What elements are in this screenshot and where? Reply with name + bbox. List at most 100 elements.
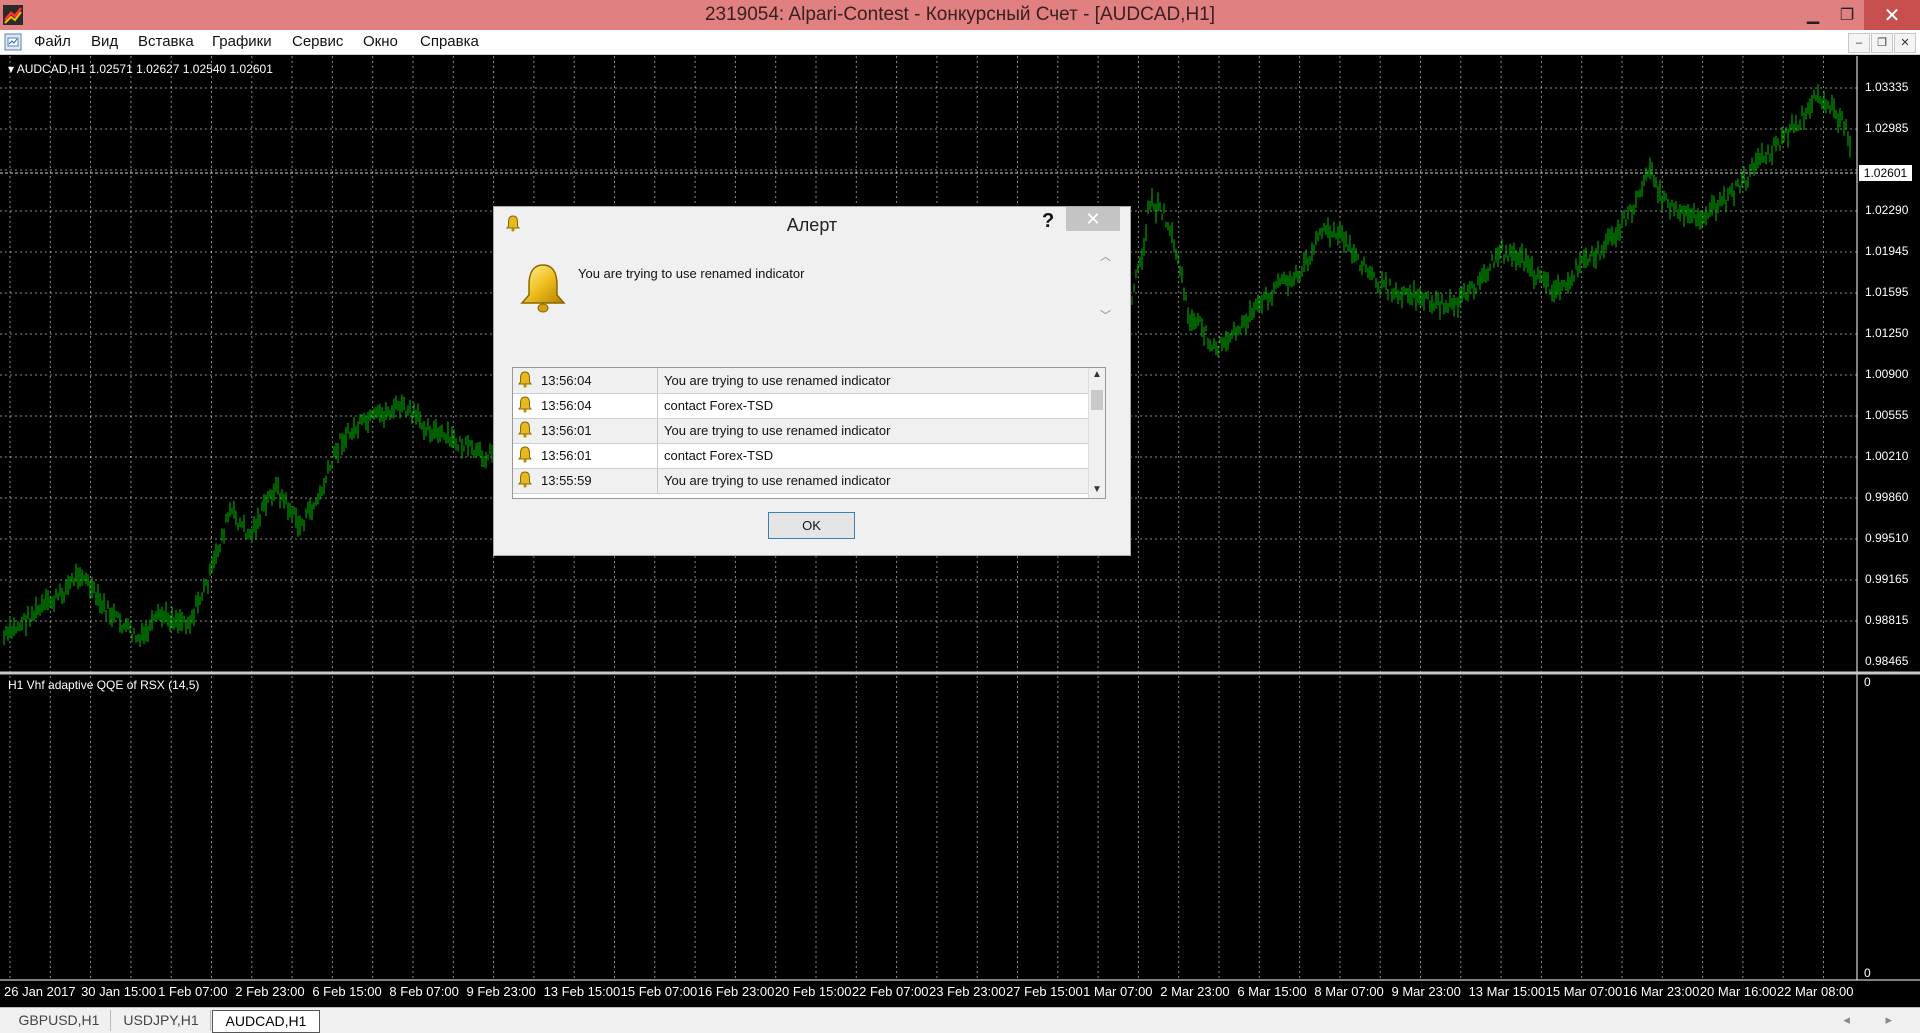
price-tick: 0.99510 bbox=[1865, 531, 1909, 545]
menu-charts[interactable]: Графики bbox=[212, 33, 272, 50]
chart-tabs: GBPUSD,H1 USDJPY,H1 AUDCAD,H1 ◂ ▸ bbox=[0, 1007, 1920, 1033]
window-title: 2319054: Alpari-Contest - Конкурсный Сче… bbox=[704, 4, 1216, 25]
alert-row[interactable]: 13:56:04 contact Forex-TSD bbox=[513, 393, 1088, 419]
alert-row[interactable]: 13:56:04 You are trying to use renamed in… bbox=[513, 368, 1088, 394]
alert-row-message: contact Forex-TSD bbox=[664, 448, 774, 463]
time-tick: 8 Feb 07:00 bbox=[389, 984, 459, 999]
menu-tools[interactable]: Сервис bbox=[292, 33, 343, 50]
price-tick: 1.01595 bbox=[1865, 285, 1909, 299]
alert-message: You are trying to use renamed indicator bbox=[578, 266, 805, 281]
alert-time: 13:55:59 bbox=[541, 473, 592, 488]
bell-icon bbox=[518, 471, 532, 488]
bell-icon bbox=[518, 446, 532, 463]
bell-icon bbox=[518, 421, 532, 438]
menu-insert[interactable]: Вставка bbox=[138, 33, 194, 50]
time-tick: 23 Feb 23:00 bbox=[929, 984, 1006, 999]
time-tick: 2 Mar 23:00 bbox=[1160, 984, 1230, 999]
price-tick: 1.00210 bbox=[1865, 449, 1909, 463]
time-tick: 16 Feb 23:00 bbox=[697, 984, 775, 999]
time-tick: 13 Mar 15:00 bbox=[1468, 984, 1546, 999]
price-tick: 0.98465 bbox=[1865, 654, 1909, 668]
price-tick: 1.02985 bbox=[1865, 121, 1909, 135]
menu-view[interactable]: Вид bbox=[91, 33, 118, 50]
tab-audcad[interactable]: AUDCAD,H1 bbox=[212, 1010, 320, 1033]
dialog-title: Алерт bbox=[786, 215, 838, 235]
mdi-restore-button[interactable]: ❐ bbox=[1871, 33, 1893, 53]
alert-row[interactable]: 13:56:01 contact Forex-TSD bbox=[513, 443, 1088, 469]
price-tick: 1.01945 bbox=[1865, 244, 1909, 258]
scroll-down-icon[interactable]: ▼ bbox=[1092, 484, 1102, 495]
indicator-scale-top: 0 bbox=[1864, 675, 1871, 689]
indicator-scale-bottom: 0 bbox=[1864, 966, 1871, 980]
time-tick: 22 Feb 07:00 bbox=[851, 984, 929, 999]
title-bar: 2319054: Alpari-Contest - Конкурсный Сче… bbox=[0, 0, 1920, 30]
alert-list[interactable]: 13:55:59 You are trying to use renamed in… bbox=[512, 367, 1106, 499]
alert-time: 13:56:01 bbox=[541, 448, 592, 463]
tab-gbpusd[interactable]: GBPUSD,H1 bbox=[8, 1010, 111, 1031]
chart-window-icon[interactable] bbox=[4, 33, 22, 51]
scroll-up-icon[interactable]: ︿ bbox=[1100, 248, 1111, 264]
close-button[interactable]: ✕ bbox=[1864, 0, 1920, 30]
scroll-down-icon[interactable]: ﹀ bbox=[1100, 307, 1111, 323]
tab-scroll-arrows[interactable]: ◂ ▸ bbox=[1843, 1012, 1908, 1028]
time-tick: 16 Mar 23:00 bbox=[1622, 984, 1700, 999]
time-tick: 1 Mar 07:00 bbox=[1083, 984, 1153, 999]
time-tick: 15 Mar 07:00 bbox=[1545, 984, 1623, 999]
price-tick: 1.02290 bbox=[1865, 203, 1909, 217]
maximize-button[interactable]: ❐ bbox=[1830, 0, 1864, 30]
alert-time: 13:56:04 bbox=[541, 373, 592, 388]
bell-icon bbox=[518, 396, 532, 413]
mdi-minimize-button[interactable]: – bbox=[1848, 33, 1870, 53]
time-tick: 30 Jan 15:00 bbox=[81, 984, 157, 999]
time-tick: 13 Feb 15:00 bbox=[543, 984, 621, 999]
price-tick: 1.00900 bbox=[1865, 367, 1909, 381]
message-box: You are trying to use renamed indicator … bbox=[502, 245, 1120, 359]
alert-row-message: You are trying to use renamed indicator bbox=[664, 473, 891, 488]
alert-time: 13:56:01 bbox=[541, 423, 592, 438]
price-tick: 1.01250 bbox=[1865, 326, 1909, 340]
minimize-button[interactable]: ▁ bbox=[1796, 0, 1830, 30]
price-tick: 0.99165 bbox=[1865, 572, 1909, 586]
symbol-info: ▾ AUDCAD,H1 1.02571 1.02627 1.02540 1.02… bbox=[8, 62, 273, 76]
dialog-close-button[interactable]: ✕ bbox=[1066, 207, 1120, 231]
mdi-close-button[interactable]: ✕ bbox=[1894, 33, 1916, 53]
time-tick: 2 Feb 23:00 bbox=[235, 984, 305, 999]
menu-file[interactable]: Файл bbox=[34, 33, 71, 50]
time-tick: 27 Feb 15:00 bbox=[1006, 984, 1083, 999]
scroll-thumb[interactable] bbox=[1091, 390, 1103, 410]
time-tick: 9 Mar 23:00 bbox=[1391, 984, 1461, 999]
time-tick: 6 Feb 15:00 bbox=[312, 984, 382, 999]
time-tick: 1 Feb 07:00 bbox=[158, 984, 228, 999]
time-tick: 15 Feb 07:00 bbox=[620, 984, 698, 999]
help-button[interactable]: ? bbox=[1042, 210, 1054, 233]
price-tick: 0.98815 bbox=[1865, 613, 1909, 627]
price-tick: 1.00555 bbox=[1865, 408, 1909, 422]
time-tick: 26 Jan 2017 bbox=[4, 984, 76, 999]
menu-help[interactable]: Справка bbox=[420, 33, 479, 50]
alert-dialog: Алерт ? ✕ You are trying to use renamed … bbox=[493, 206, 1131, 556]
alert-time: 13:56:04 bbox=[541, 398, 592, 413]
bell-large-icon bbox=[520, 264, 566, 313]
time-tick: 22 Mar 08:00 bbox=[1776, 984, 1854, 999]
menu-bar: Файл Вид Вставка Графики Сервис Окно Спр… bbox=[0, 30, 1920, 55]
alert-row-message: You are trying to use renamed indicator bbox=[664, 373, 891, 388]
scroll-up-icon[interactable]: ▲ bbox=[1092, 369, 1102, 380]
alert-row[interactable]: 13:55:59 You are trying to use renamed in… bbox=[513, 468, 1088, 494]
indicator-label: H1 Vhf adaptive QQE of RSX (14,5) bbox=[8, 678, 200, 692]
list-scrollbar[interactable]: ▲ ▼ bbox=[1088, 368, 1105, 498]
bell-icon bbox=[518, 371, 532, 388]
ok-button[interactable]: OK bbox=[768, 512, 855, 539]
price-tick: 0.99860 bbox=[1865, 490, 1909, 504]
menu-window[interactable]: Окно bbox=[363, 33, 398, 50]
alert-row-message: contact Forex-TSD bbox=[664, 398, 774, 413]
current-price-label: 1.02601 bbox=[1859, 165, 1912, 181]
alert-row-message: You are trying to use renamed indicator bbox=[664, 423, 891, 438]
time-tick: 20 Mar 16:00 bbox=[1699, 984, 1777, 999]
price-tick: 1.03335 bbox=[1865, 80, 1909, 94]
time-tick: 20 Feb 15:00 bbox=[774, 984, 852, 999]
time-tick: 9 Feb 23:00 bbox=[466, 984, 536, 999]
time-tick: 8 Mar 07:00 bbox=[1314, 984, 1384, 999]
alert-row[interactable]: 13:56:01 You are trying to use renamed in… bbox=[513, 418, 1088, 444]
time-tick: 6 Mar 15:00 bbox=[1237, 984, 1307, 999]
tab-usdjpy[interactable]: USDJPY,H1 bbox=[112, 1010, 211, 1031]
